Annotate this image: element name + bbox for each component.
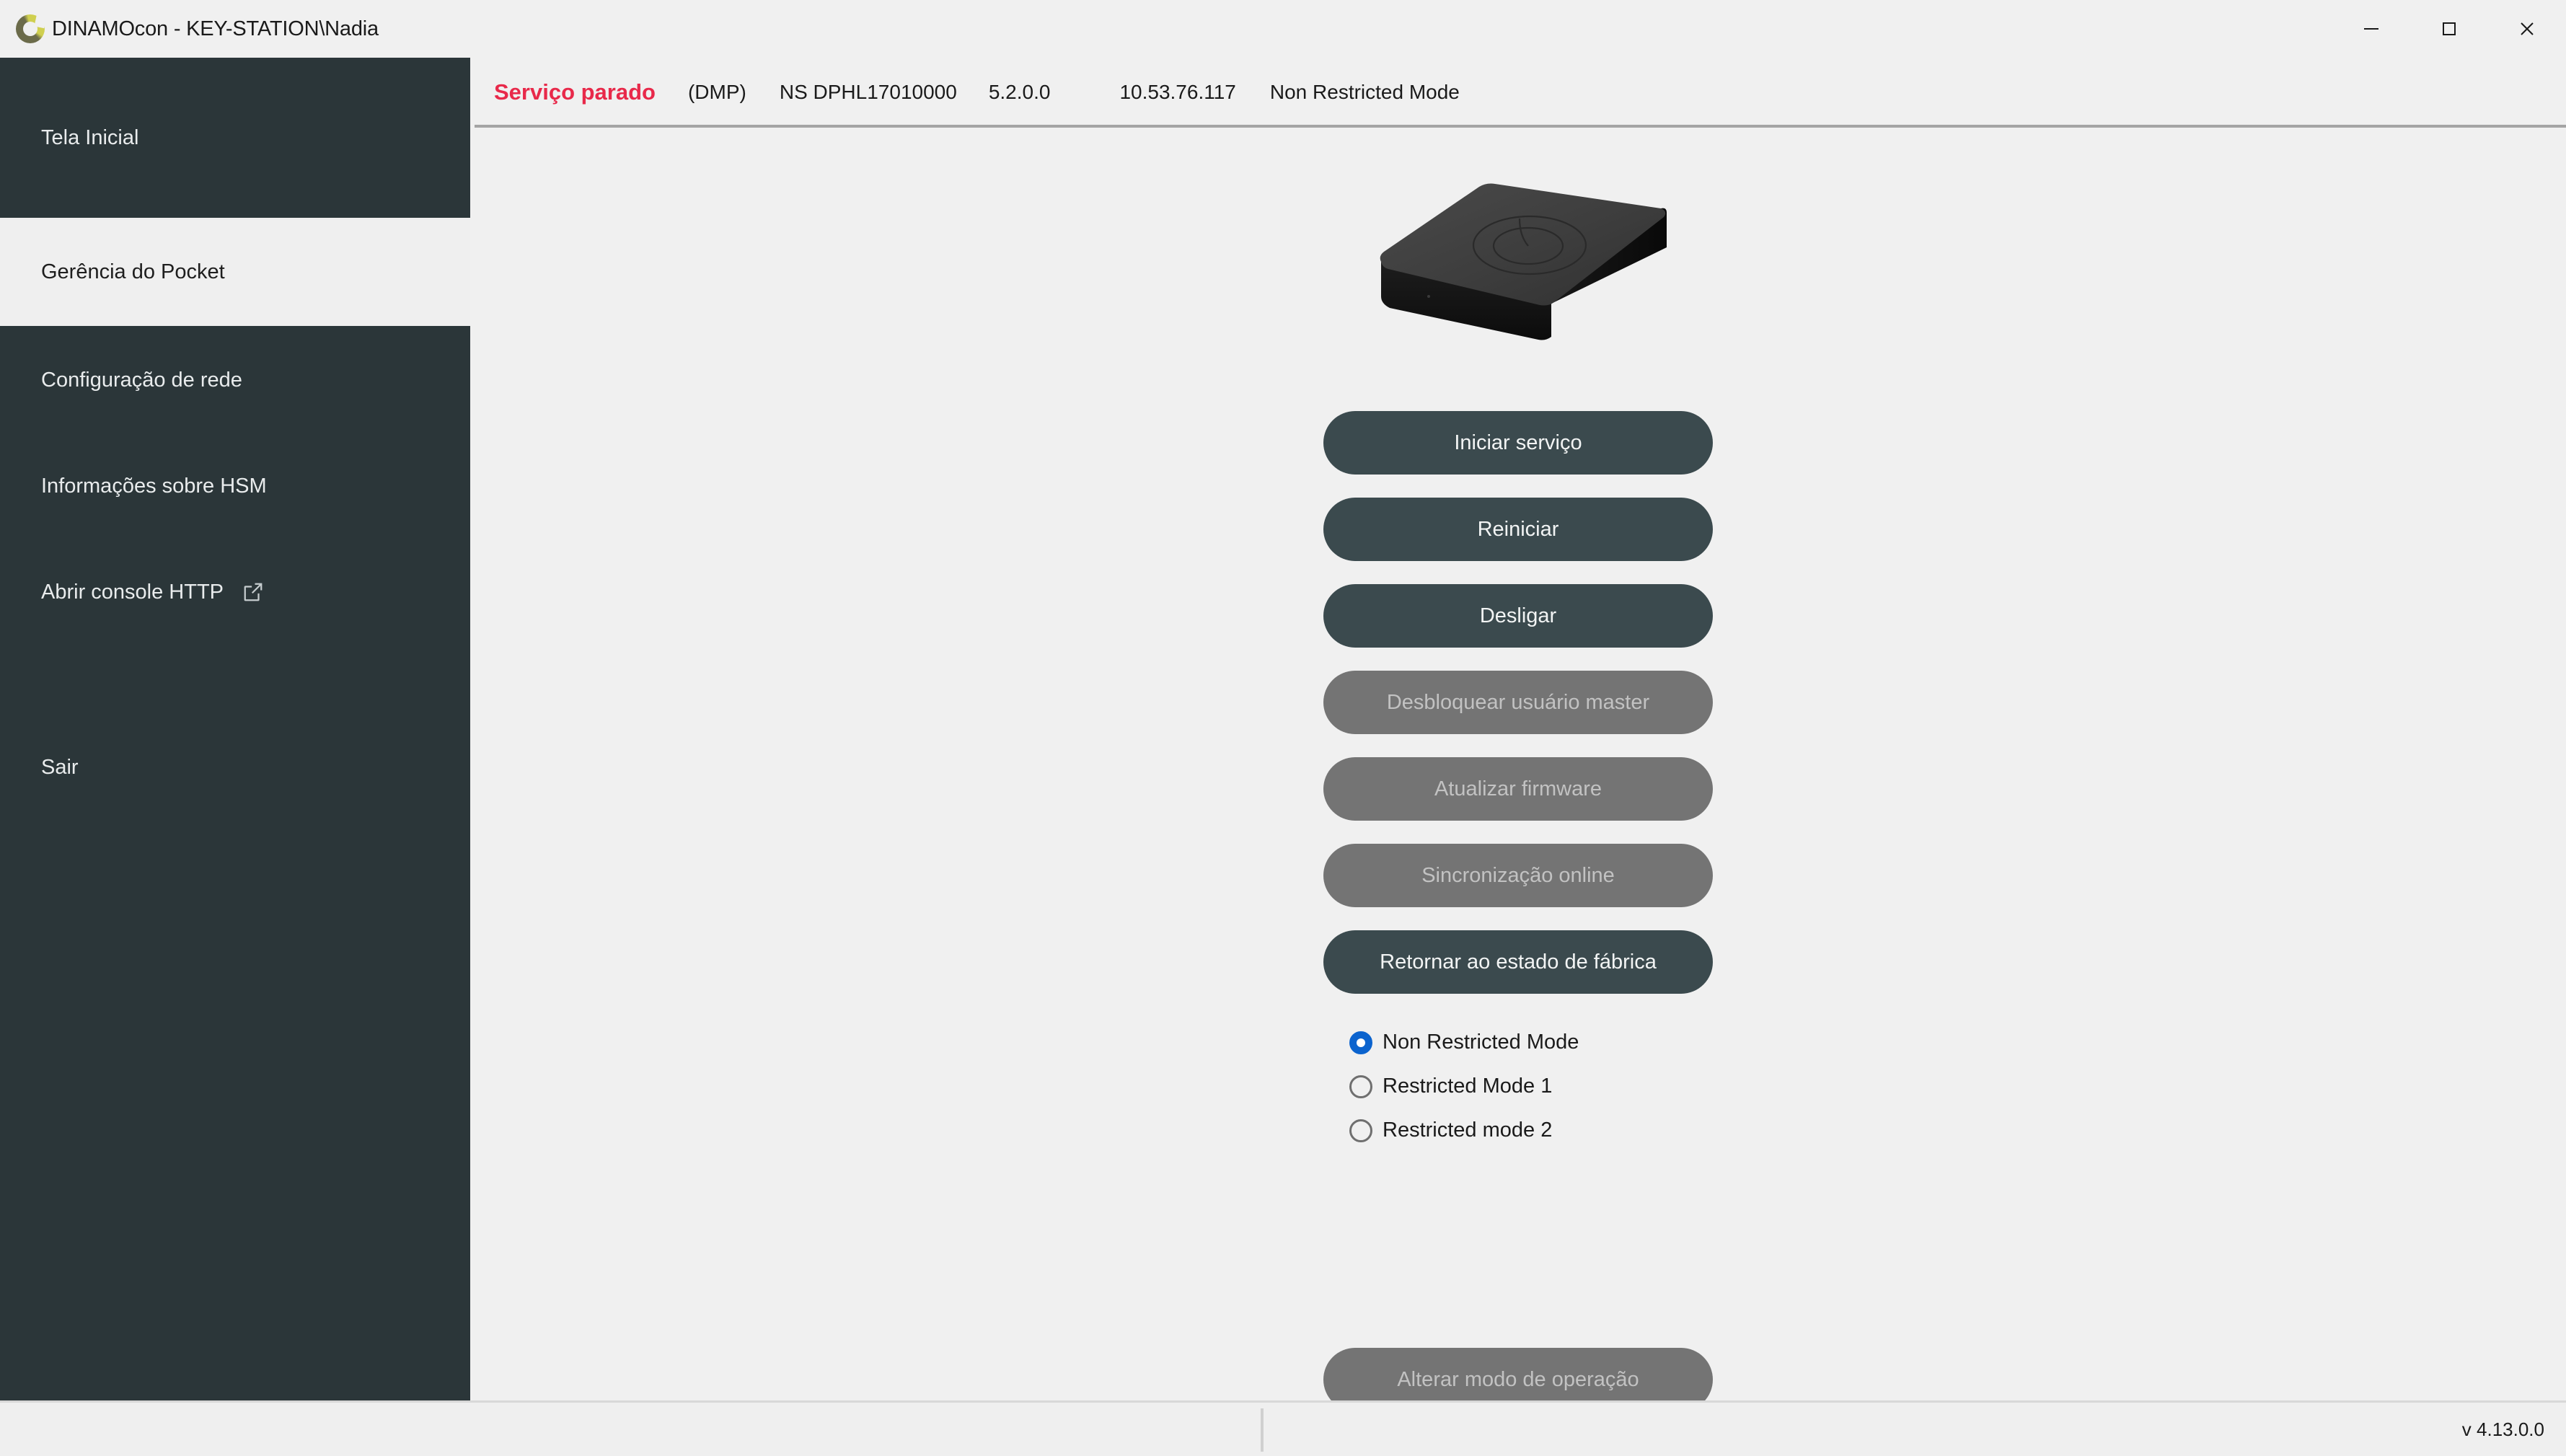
window-title: DINAMOcon - KEY-STATION\Nadia <box>52 17 379 40</box>
service-status-text: Serviço parado <box>494 79 656 105</box>
sidebar-item-label: Gerência do Pocket <box>41 260 225 283</box>
action-button-column: Iniciar serviço Reiniciar Desligar Desbl… <box>1323 411 1713 994</box>
radio-label: Restricted mode 2 <box>1383 1119 1553 1142</box>
sidebar-item-label: Abrir console HTTP <box>41 580 224 604</box>
pocket-hsm-device-image <box>1352 155 1684 343</box>
status-bar-divider <box>1261 1408 1264 1452</box>
firmware-version: 5.2.0.0 <box>988 80 1051 103</box>
radio-unselected-icon <box>1349 1075 1372 1098</box>
radio-non-restricted-mode[interactable]: Non Restricted Mode <box>1349 1031 1713 1054</box>
close-icon[interactable] <box>2488 0 2566 58</box>
sidebar-item-configuracao-de-rede[interactable]: Configuração de rede <box>0 352 470 408</box>
update-firmware-button[interactable]: Atualizar firmware <box>1323 757 1713 821</box>
sidebar-item-label: Sair <box>41 755 79 779</box>
sidebar-item-gerencia-do-pocket[interactable]: Gerência do Pocket <box>0 218 470 326</box>
title-bar: DINAMOcon - KEY-STATION\Nadia <box>0 0 2566 58</box>
sidebar: Tela Inicial Gerência do Pocket Configur… <box>0 58 470 1400</box>
device-serial: NS DPHL17010000 <box>779 80 957 103</box>
sidebar-item-abrir-console-http[interactable]: Abrir console HTTP <box>0 564 470 620</box>
window-controls <box>2332 0 2566 58</box>
header-status-row: Serviço parado (DMP) NS DPHL17010000 5.2… <box>470 58 2566 126</box>
device-ip-address: 10.53.76.117 <box>1119 80 1236 103</box>
maximize-icon[interactable] <box>2410 0 2488 58</box>
radio-restricted-mode-1[interactable]: Restricted Mode 1 <box>1349 1075 1713 1098</box>
factory-reset-button[interactable]: Retornar ao estado de fábrica <box>1323 930 1713 994</box>
operation-mode-text: Non Restricted Mode <box>1269 80 1460 103</box>
unlock-master-user-button[interactable]: Desbloquear usuário master <box>1323 671 1713 734</box>
dinamo-ring-logo-icon <box>16 14 45 43</box>
radio-restricted-mode-2[interactable]: Restricted mode 2 <box>1349 1119 1713 1142</box>
operation-mode-radio-group: Non Restricted Mode Restricted Mode 1 Re… <box>1323 1031 1713 1142</box>
bottom-status-bar: v 4.13.0.0 <box>0 1400 2566 1456</box>
restart-button[interactable]: Reiniciar <box>1323 498 1713 561</box>
radio-label: Non Restricted Mode <box>1383 1031 1579 1054</box>
title-bar-left: DINAMOcon - KEY-STATION\Nadia <box>0 14 379 43</box>
minimize-icon[interactable] <box>2332 0 2410 58</box>
external-link-icon <box>242 581 264 603</box>
device-model: (DMP) <box>687 80 746 103</box>
start-service-button[interactable]: Iniciar serviço <box>1323 411 1713 475</box>
online-sync-button[interactable]: Sincronização online <box>1323 844 1713 907</box>
radio-label: Restricted Mode 1 <box>1383 1075 1553 1098</box>
sidebar-item-label: Tela Inicial <box>41 125 139 149</box>
sidebar-item-label: Configuração de rede <box>41 368 242 392</box>
app-version-label: v 4.13.0.0 <box>2461 1418 2544 1440</box>
application-window: DINAMOcon - KEY-STATION\Nadia Tela Inici… <box>0 0 2566 1456</box>
sidebar-item-tela-inicial[interactable]: Tela Inicial <box>0 58 470 218</box>
radio-selected-icon <box>1349 1031 1372 1054</box>
radio-unselected-icon <box>1349 1119 1372 1142</box>
main-content: Iniciar serviço Reiniciar Desligar Desbl… <box>470 128 2566 1411</box>
sidebar-item-label: Informações sobre HSM <box>41 474 267 498</box>
shutdown-button[interactable]: Desligar <box>1323 584 1713 648</box>
sidebar-item-informacoes-sobre-hsm[interactable]: Informações sobre HSM <box>0 458 470 514</box>
sidebar-item-sair[interactable]: Sair <box>0 739 470 795</box>
